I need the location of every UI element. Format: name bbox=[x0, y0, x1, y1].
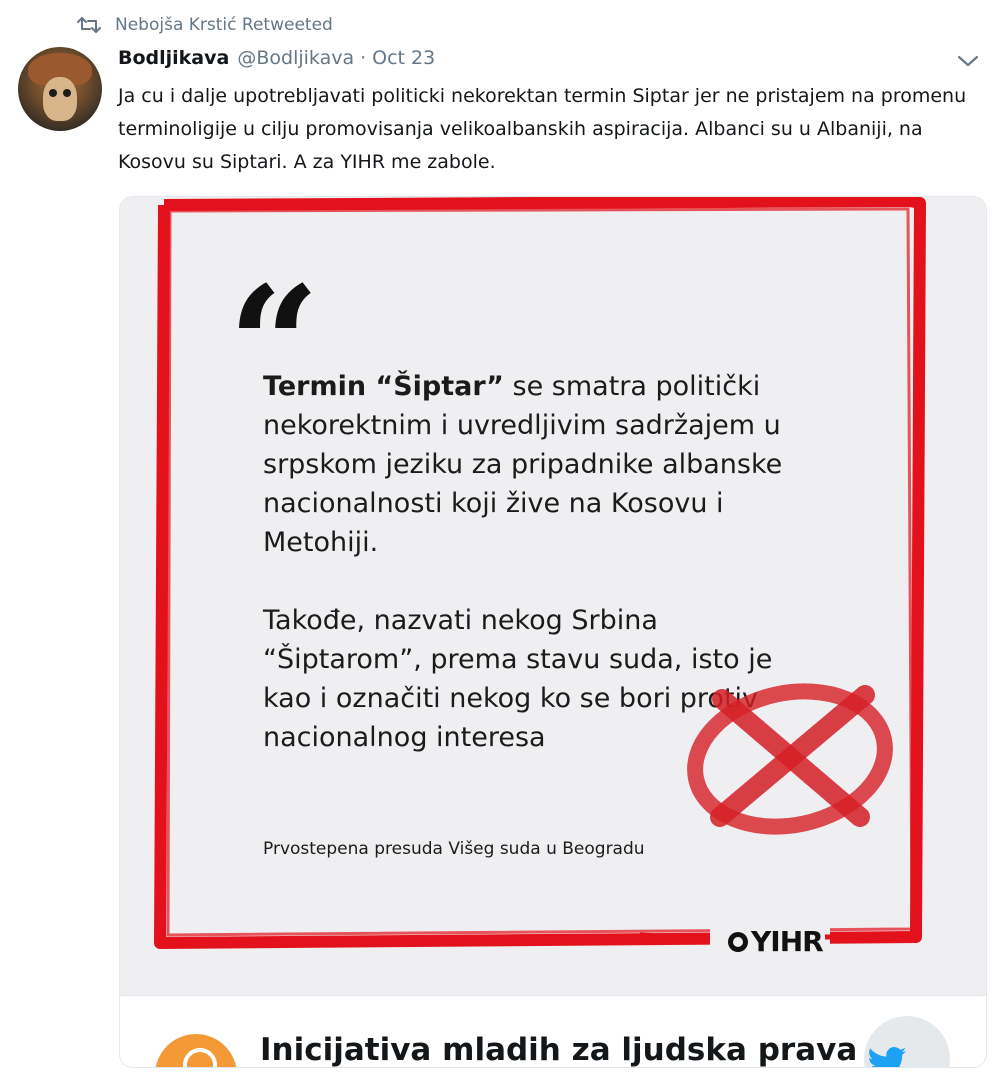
red-cross-stamp bbox=[687, 683, 893, 835]
tweet-date[interactable]: Oct 23 bbox=[372, 47, 435, 69]
tweet-text: Ja cu i dalje upotrebljavati politicki n… bbox=[118, 85, 967, 173]
organization-logo-icon bbox=[155, 1034, 237, 1067]
header-separator: · bbox=[360, 47, 367, 69]
quote-bold: Termin “Šiptar” bbox=[263, 371, 504, 402]
card-image[interactable]: “ Termin “Šiptar” se smatra politički ne… bbox=[120, 197, 986, 995]
more-options-button[interactable] bbox=[955, 51, 981, 73]
avatar-face bbox=[43, 77, 77, 121]
twitter-bird-icon bbox=[869, 1047, 907, 1067]
yihr-logo: YIHR bbox=[728, 925, 824, 958]
card-footer[interactable]: Inicijativa mladih za ljudska prava bbox=[120, 995, 986, 1067]
retweet-context: Nebojša Krstić Retweeted bbox=[77, 12, 333, 38]
avatar-eye bbox=[63, 89, 71, 97]
author-handle[interactable]: @Bodljikava bbox=[237, 47, 354, 69]
quote-source: Prvostepena presuda Višeg suda u Beograd… bbox=[263, 839, 645, 859]
retweet-icon bbox=[77, 15, 101, 35]
avatar-eye bbox=[49, 89, 57, 97]
tweet[interactable]: Nebojša Krstić Retweeted Bodljikava @Bod… bbox=[0, 0, 1000, 1091]
retweet-label[interactable]: Nebojša Krstić Retweeted bbox=[115, 15, 333, 35]
avatar[interactable] bbox=[18, 47, 102, 131]
link-card[interactable]: “ Termin “Šiptar” se smatra politički ne… bbox=[119, 196, 987, 1068]
twitter-badge bbox=[864, 1016, 950, 1067]
yihr-logo-icon bbox=[728, 931, 748, 952]
chevron-down-icon bbox=[957, 53, 979, 72]
tweet-header: Bodljikava @Bodljikava · Oct 23 bbox=[118, 47, 435, 75]
yihr-logo-text: YIHR bbox=[751, 925, 824, 958]
card-title[interactable]: Inicijativa mladih za ljudska prava bbox=[260, 1032, 857, 1067]
author-name[interactable]: Bodljikava bbox=[118, 47, 229, 69]
